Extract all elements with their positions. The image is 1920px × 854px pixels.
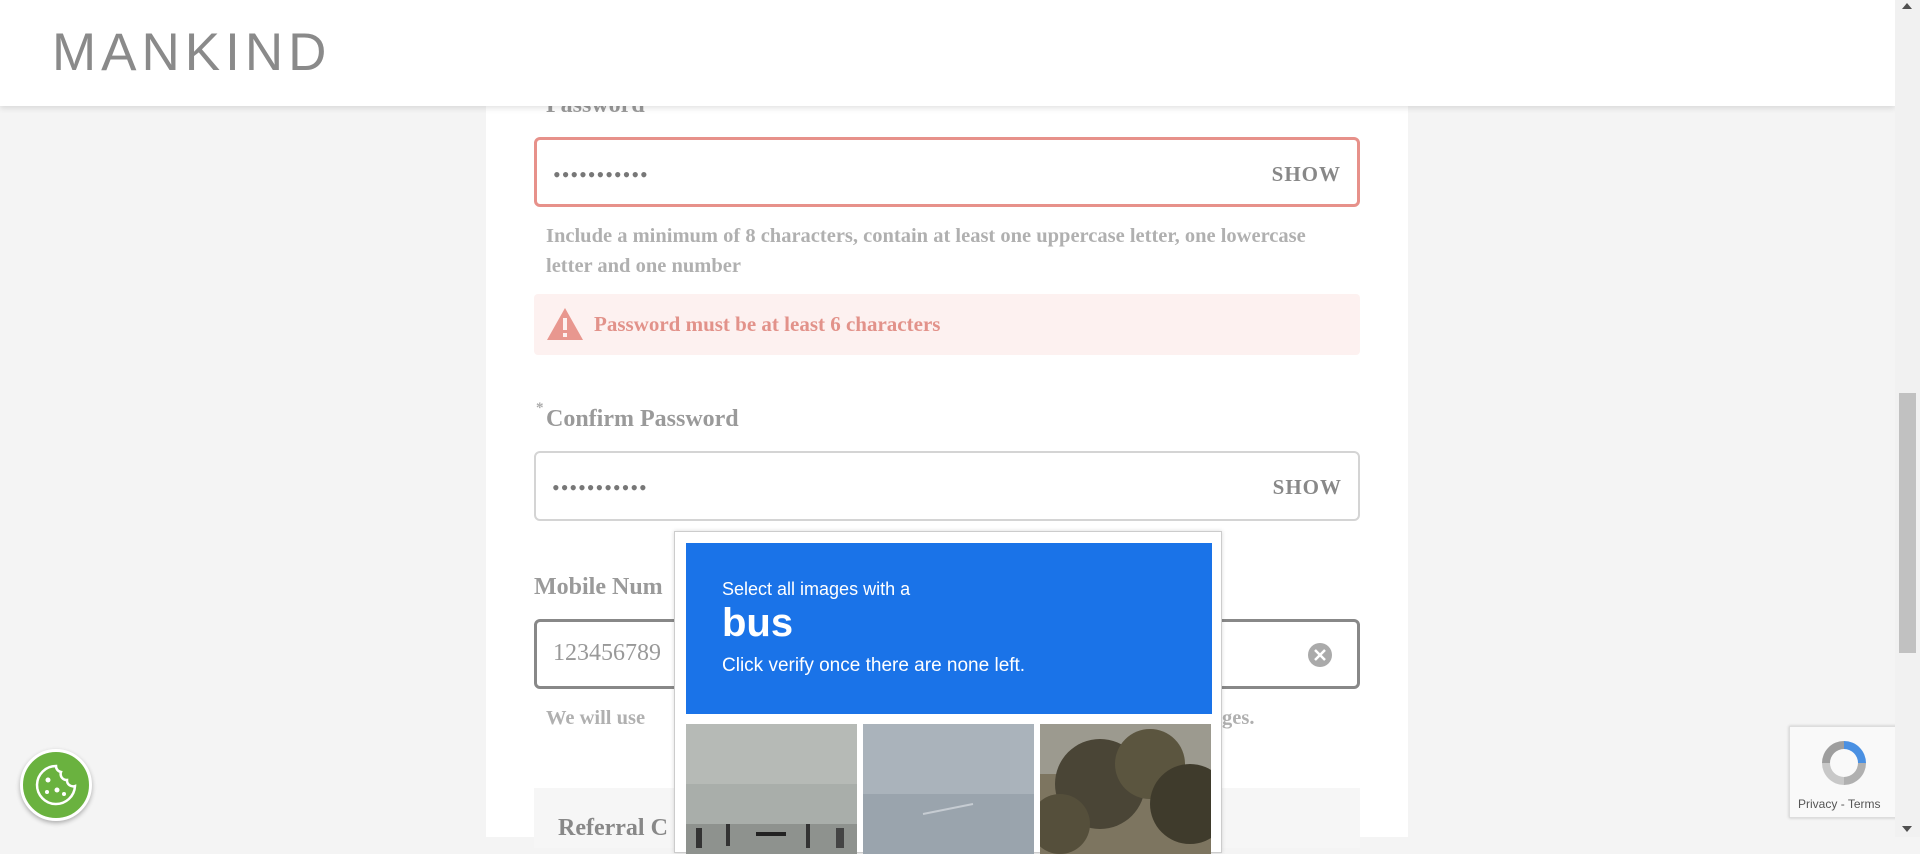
captcha-tile[interactable] xyxy=(686,724,857,854)
recaptcha-links: Privacy - Terms xyxy=(1798,797,1880,811)
site-header: MANKIND xyxy=(0,0,1895,106)
warning-icon xyxy=(546,306,584,347)
confirm-password-label-text: Confirm Password xyxy=(546,406,739,432)
captcha-instructions: Select all images with a bus Click verif… xyxy=(686,543,1212,714)
scroll-thumb[interactable] xyxy=(1899,393,1916,653)
required-mark: * xyxy=(536,400,544,416)
link-separator: - xyxy=(1840,797,1845,811)
cookie-icon xyxy=(33,762,79,813)
page-scrollbar[interactable] xyxy=(1895,0,1920,837)
captcha-tile[interactable] xyxy=(863,724,1034,854)
confirm-password-field[interactable]: ••••••••••• SHOW xyxy=(534,451,1360,521)
captcha-verify-hint: Click verify once there are none left. xyxy=(722,655,1026,676)
recaptcha-challenge: Select all images with a bus Click verif… xyxy=(674,531,1222,854)
scroll-down-icon[interactable] xyxy=(1902,826,1912,832)
clear-icon[interactable] xyxy=(1307,642,1333,673)
terms-link[interactable]: Terms xyxy=(1848,797,1881,811)
recaptcha-logo-icon xyxy=(1816,735,1872,796)
mobile-number-value: 123456789 xyxy=(553,640,661,666)
privacy-link[interactable]: Privacy xyxy=(1798,797,1837,811)
captcha-target-word: bus xyxy=(722,601,794,645)
confirm-password-masked-value: ••••••••••• xyxy=(552,475,648,500)
mankind-logo[interactable]: MANKIND xyxy=(52,22,331,83)
password-field[interactable]: ••••••••••• SHOW xyxy=(534,137,1360,207)
captcha-tile[interactable] xyxy=(1040,724,1211,854)
password-error-text: Password must be at least 6 characters xyxy=(594,312,941,336)
cookie-settings-button[interactable] xyxy=(20,749,92,821)
confirm-password-show-button[interactable]: SHOW xyxy=(1273,475,1342,500)
password-masked-value: ••••••••••• xyxy=(553,162,649,187)
scroll-up-icon[interactable] xyxy=(1902,3,1912,9)
password-hint: Include a minimum of 8 characters, conta… xyxy=(546,225,1306,277)
referral-label: Referral C xyxy=(558,815,668,841)
mobile-hint-left: We will use xyxy=(546,707,646,729)
password-show-button[interactable]: SHOW xyxy=(1272,162,1341,187)
captcha-instruction-line: Select all images with a xyxy=(722,579,911,599)
mobile-hint-right: ges. xyxy=(1222,707,1255,729)
password-error-alert: Password must be at least 6 characters xyxy=(534,294,1360,355)
mobile-number-label: Mobile Num xyxy=(534,574,663,600)
recaptcha-badge[interactable]: Privacy - Terms xyxy=(1789,726,1897,818)
confirm-password-label: * Confirm Password xyxy=(536,400,739,433)
